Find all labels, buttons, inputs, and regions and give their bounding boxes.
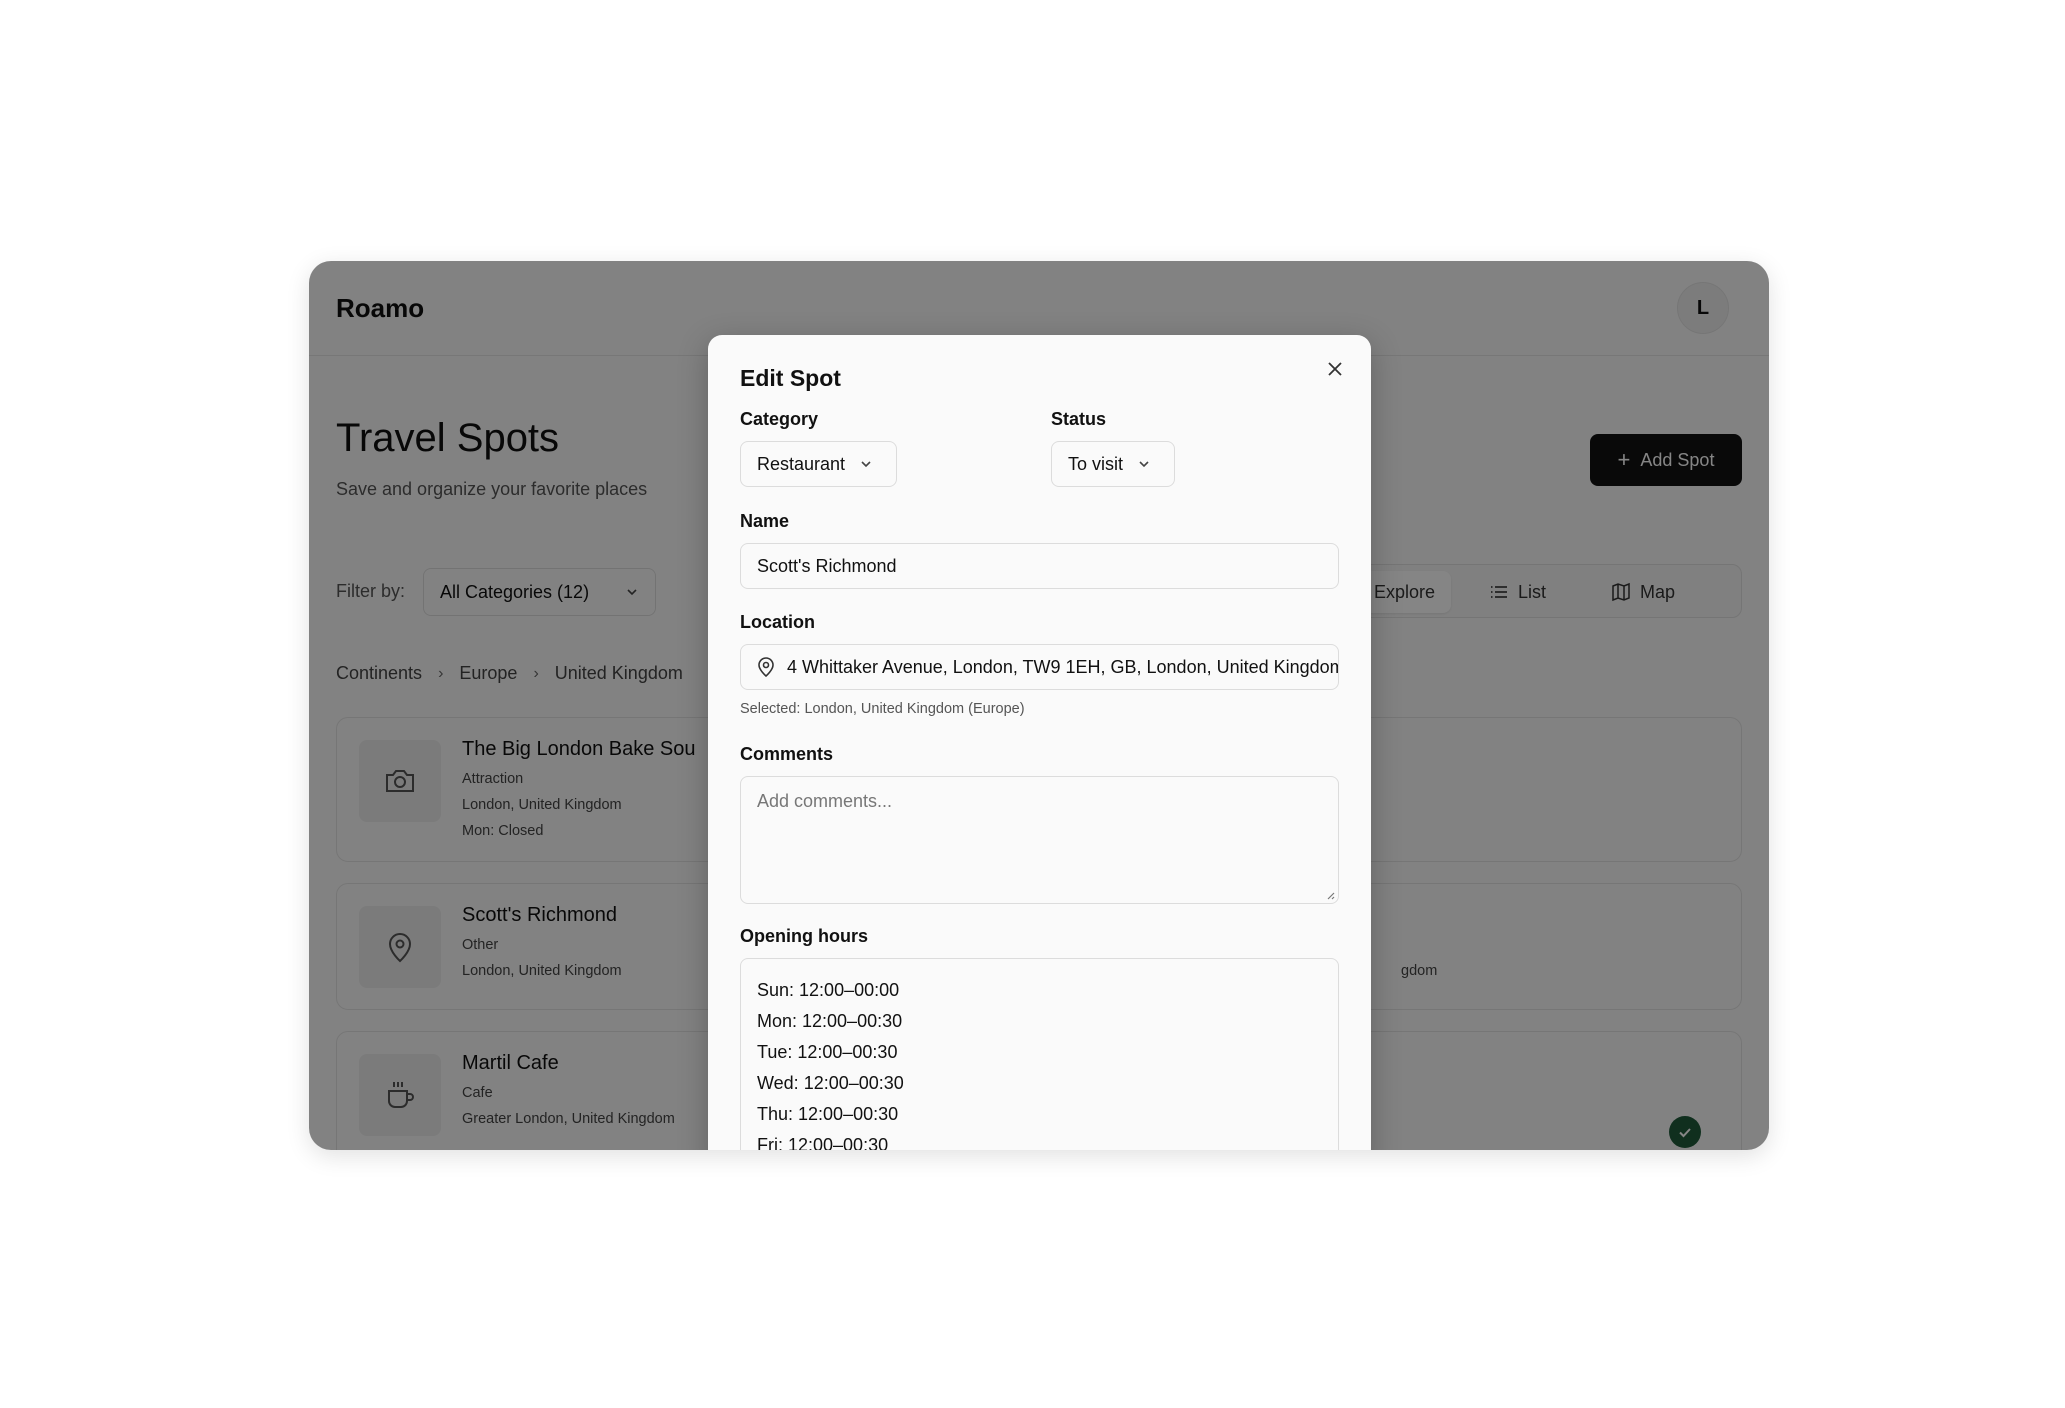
hours-line: Sun: 12:00–00:00 — [757, 980, 900, 1000]
hours-line: Fri: 12:00–00:30 — [757, 1135, 889, 1150]
opening-hours-label: Opening hours — [740, 926, 868, 946]
opening-hours-box[interactable]: Sun: 12:00–00:00 Mon: 12:00–00:30 Tue: 1… — [740, 958, 1339, 1150]
location-input-value: 4 Whittaker Avenue, London, TW9 1EH, GB,… — [787, 656, 1339, 677]
location-hint: Selected: London, United Kingdom (Europe… — [740, 701, 1025, 717]
hours-line: Tue: 12:00–00:30 — [757, 1042, 898, 1062]
comments-placeholder: Add comments... — [757, 791, 893, 811]
name-input[interactable]: Scott's Richmond — [740, 543, 1339, 589]
resize-grip-icon[interactable] — [1325, 890, 1335, 900]
comments-label: Comments — [740, 744, 834, 764]
hours-line: Thu: 12:00–00:30 — [757, 1104, 899, 1124]
status-label: Status — [1051, 409, 1107, 429]
dialog-title: Edit Spot — [740, 365, 841, 391]
comments-textarea[interactable]: Add comments... — [740, 776, 1339, 904]
chevron-down-icon — [861, 461, 871, 468]
app-window: Roamo L Travel Spots Save and organize y… — [309, 261, 1769, 1150]
location-input[interactable]: 4 Whittaker Avenue, London, TW9 1EH, GB,… — [740, 644, 1339, 690]
hours-line: Wed: 12:00–00:30 — [757, 1073, 904, 1093]
category-select-value: Restaurant — [757, 453, 846, 474]
category-label: Category — [740, 409, 819, 429]
edit-spot-dialog: Edit Spot Category Restaurant Status To … — [708, 335, 1371, 1150]
name-input-value: Scott's Richmond — [757, 555, 897, 576]
name-label: Name — [740, 511, 790, 531]
category-select[interactable]: Restaurant — [740, 441, 897, 487]
hours-line: Mon: 12:00–00:30 — [757, 1011, 903, 1031]
chevron-down-icon — [1139, 461, 1149, 468]
close-icon[interactable] — [1323, 357, 1347, 381]
location-label: Location — [740, 612, 815, 632]
map-pin-icon — [757, 657, 775, 677]
status-select-value: To visit — [1068, 453, 1124, 474]
status-select[interactable]: To visit — [1051, 441, 1175, 487]
